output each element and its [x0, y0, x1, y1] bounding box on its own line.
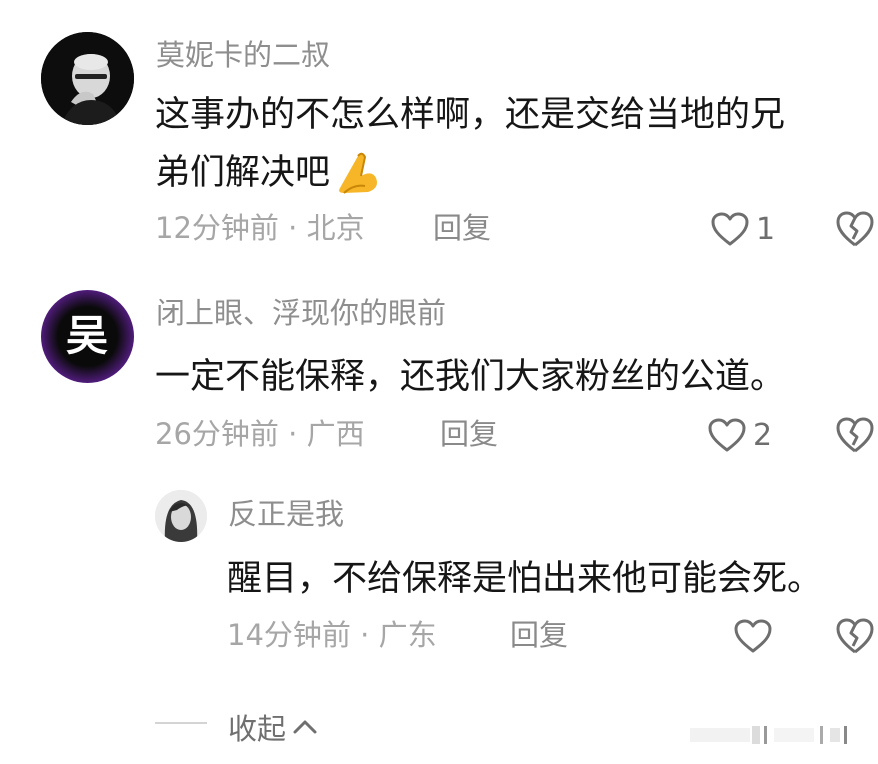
- praying-hands-emoji-icon: [339, 152, 378, 194]
- avatar-character: 吴: [66, 311, 108, 360]
- comment-time: 12分钟前: [155, 211, 279, 245]
- chevron-up-icon: [293, 720, 317, 734]
- like-count: 1: [756, 211, 776, 247]
- dislike-button[interactable]: [835, 616, 875, 656]
- like-button[interactable]: 2: [707, 415, 772, 455]
- reply-time: 14分钟前: [227, 618, 351, 652]
- avatar-calligraphy-icon: 吴: [66, 311, 108, 360]
- like-button[interactable]: 1: [710, 209, 775, 249]
- comment-username[interactable]: 莫妮卡的二叔: [156, 41, 330, 70]
- watermark-icon: [690, 726, 847, 744]
- comment-text: 这事办的不怎么样啊，还是交给当地的兄 弟们解决吧: [155, 86, 785, 202]
- comment-location: 北京: [306, 211, 365, 245]
- collapse-button[interactable]: 收起: [228, 706, 318, 748]
- avatar[interactable]: 吴: [41, 290, 134, 383]
- broken-heart-icon: [836, 618, 874, 654]
- heart-icon: [734, 619, 772, 653]
- collapse-divider: [155, 722, 207, 724]
- reply-location: 广东: [378, 618, 437, 652]
- reply-button[interactable]: 回复: [440, 420, 498, 449]
- comment-meta: 26分钟前 · 广西: [155, 420, 365, 449]
- avatar-photo-icon: [41, 32, 134, 125]
- comment-text-line: 这事办的不怎么样啊，还是交给当地的兄: [155, 95, 786, 135]
- comment-text-line: 弟们解决吧: [155, 144, 785, 202]
- collapse-label: 收起: [228, 712, 287, 746]
- broken-heart-icon: [836, 417, 874, 453]
- reply-username[interactable]: 反正是我: [228, 500, 344, 529]
- meta-separator: ·: [350, 618, 379, 652]
- comment-username[interactable]: 闭上眼、浮现你的眼前: [156, 299, 446, 328]
- reply-meta: 14分钟前 · 广东: [227, 621, 437, 650]
- avatar[interactable]: [41, 32, 134, 125]
- dislike-button[interactable]: [835, 415, 875, 455]
- heart-icon: [708, 418, 746, 452]
- reply-button[interactable]: 回复: [433, 214, 491, 243]
- avatar-portrait-icon: [155, 490, 207, 542]
- meta-separator: ·: [278, 211, 307, 245]
- reply-text: 醒目，不给保释是怕出来他可能会死。: [227, 559, 823, 599]
- comment-text: 一定不能保释，还我们大家粉丝的公道。: [155, 357, 786, 397]
- broken-heart-icon: [836, 211, 874, 247]
- comment-meta: 12分钟前 · 北京: [155, 214, 365, 243]
- comment-time: 26分钟前: [155, 417, 279, 451]
- meta-separator: ·: [278, 417, 307, 451]
- comment-location: 广西: [306, 417, 365, 451]
- dislike-button[interactable]: [835, 209, 875, 249]
- like-button[interactable]: [733, 616, 773, 656]
- avatar[interactable]: [155, 490, 207, 542]
- reply-button[interactable]: 回复: [510, 621, 568, 650]
- like-count: 2: [753, 417, 773, 453]
- heart-icon: [711, 212, 749, 246]
